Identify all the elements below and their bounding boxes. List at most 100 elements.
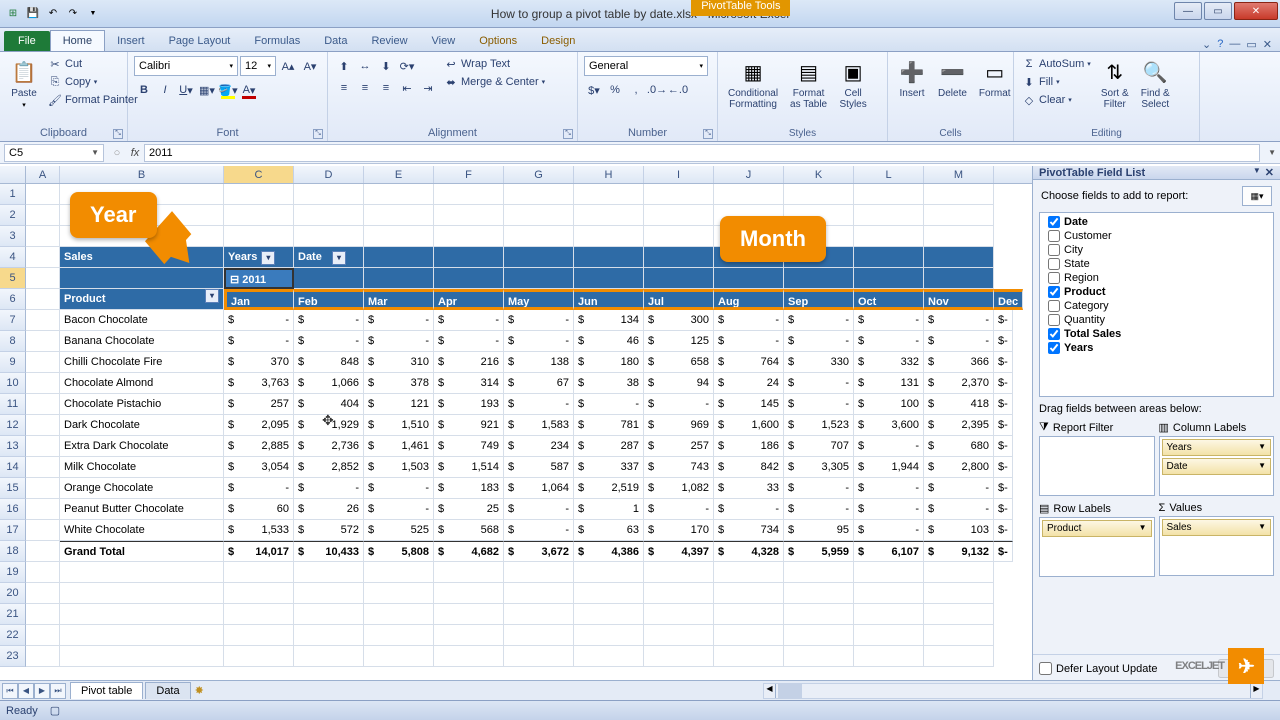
- cell[interactable]: $94: [644, 373, 714, 394]
- cell[interactable]: [854, 226, 924, 247]
- new-sheet-icon[interactable]: ✸: [195, 684, 211, 698]
- cell[interactable]: [364, 604, 434, 625]
- redo-icon[interactable]: ↷: [64, 5, 82, 23]
- cell[interactable]: [854, 562, 924, 583]
- cell[interactable]: $378: [364, 373, 434, 394]
- field-customer[interactable]: Customer: [1048, 229, 1265, 243]
- cell[interactable]: $680: [924, 436, 994, 457]
- cell[interactable]: $572: [294, 520, 364, 541]
- cell[interactable]: $-: [994, 499, 1013, 520]
- field-quantity[interactable]: Quantity: [1048, 313, 1265, 327]
- cell[interactable]: $300: [644, 310, 714, 331]
- cell[interactable]: [854, 646, 924, 667]
- cell[interactable]: Feb: [294, 289, 364, 310]
- cell[interactable]: $-: [294, 331, 364, 352]
- cell[interactable]: [504, 184, 574, 205]
- sheet-tab-active[interactable]: Pivot table: [70, 682, 143, 699]
- cell[interactable]: $734: [714, 520, 784, 541]
- row-header[interactable]: 3: [0, 226, 26, 247]
- cell[interactable]: $-: [504, 310, 574, 331]
- align-top-icon[interactable]: ⬆: [334, 56, 354, 76]
- currency-icon[interactable]: $▾: [584, 80, 604, 100]
- cell[interactable]: [924, 226, 994, 247]
- cell[interactable]: $-: [994, 541, 1013, 562]
- cell[interactable]: [574, 646, 644, 667]
- cell[interactable]: $-: [854, 310, 924, 331]
- cell[interactable]: [504, 226, 574, 247]
- cell[interactable]: [784, 268, 854, 289]
- cell[interactable]: [60, 646, 224, 667]
- cell[interactable]: [644, 625, 714, 646]
- format-painter-button[interactable]: 🖌Format Painter: [46, 92, 140, 108]
- cell[interactable]: $749: [434, 436, 504, 457]
- cell[interactable]: [434, 268, 504, 289]
- indent-inc-icon[interactable]: ⇥: [418, 78, 438, 98]
- report-filter-box[interactable]: [1039, 436, 1155, 496]
- cell[interactable]: [364, 247, 434, 268]
- cell[interactable]: [714, 583, 784, 604]
- area-item[interactable]: Product▼: [1042, 520, 1152, 537]
- field-total-sales[interactable]: Total Sales: [1048, 327, 1265, 341]
- cell[interactable]: $-: [504, 520, 574, 541]
- cell[interactable]: Jun: [574, 289, 644, 310]
- cell[interactable]: $921: [434, 415, 504, 436]
- cell[interactable]: $121: [364, 394, 434, 415]
- cell[interactable]: [924, 625, 994, 646]
- cell[interactable]: $-: [364, 310, 434, 331]
- cell[interactable]: [714, 625, 784, 646]
- cell[interactable]: $-: [784, 331, 854, 352]
- cell[interactable]: $25: [434, 499, 504, 520]
- cell[interactable]: $134: [574, 310, 644, 331]
- cell[interactable]: [434, 583, 504, 604]
- cell[interactable]: $5,959: [784, 541, 854, 562]
- cell[interactable]: [924, 268, 994, 289]
- cell[interactable]: $2,885: [224, 436, 294, 457]
- cell[interactable]: Years▾: [224, 247, 294, 268]
- align-bottom-icon[interactable]: ⬇: [376, 56, 396, 76]
- cell[interactable]: [644, 562, 714, 583]
- cell[interactable]: [364, 268, 434, 289]
- cell[interactable]: $1,066: [294, 373, 364, 394]
- field-list-layout-button[interactable]: ▦▾: [1242, 186, 1272, 206]
- col-header-A[interactable]: A: [26, 166, 60, 183]
- cell[interactable]: Dec: [994, 289, 1023, 310]
- select-all-corner[interactable]: [0, 166, 26, 183]
- tab-design[interactable]: Design: [529, 31, 587, 51]
- cancel-icon[interactable]: ○: [108, 147, 126, 159]
- cell[interactable]: [26, 352, 60, 373]
- cell[interactable]: [714, 646, 784, 667]
- merge-center-button[interactable]: ⬌Merge & Center▾: [442, 74, 547, 90]
- cell[interactable]: Apr: [434, 289, 504, 310]
- cell[interactable]: [364, 625, 434, 646]
- row-header[interactable]: 23: [0, 646, 26, 667]
- cell[interactable]: [26, 268, 60, 289]
- help-icon[interactable]: ?: [1217, 38, 1223, 51]
- percent-icon[interactable]: %: [605, 80, 625, 100]
- cell[interactable]: [364, 583, 434, 604]
- row-header[interactable]: 7: [0, 310, 26, 331]
- cell[interactable]: [434, 226, 504, 247]
- cell[interactable]: $46: [574, 331, 644, 352]
- cell[interactable]: [224, 604, 294, 625]
- cell[interactable]: $-: [224, 478, 294, 499]
- cell[interactable]: $4,682: [434, 541, 504, 562]
- cell[interactable]: $3,763: [224, 373, 294, 394]
- cell[interactable]: $1,583: [504, 415, 574, 436]
- cell[interactable]: $366: [924, 352, 994, 373]
- cell[interactable]: [714, 562, 784, 583]
- row-header[interactable]: 1: [0, 184, 26, 205]
- cell[interactable]: $-: [644, 394, 714, 415]
- row-header[interactable]: 15: [0, 478, 26, 499]
- cell[interactable]: $969: [644, 415, 714, 436]
- cell[interactable]: $257: [644, 436, 714, 457]
- col-header-F[interactable]: F: [434, 166, 504, 183]
- cell[interactable]: $1,510: [364, 415, 434, 436]
- cell[interactable]: [574, 226, 644, 247]
- dec-decimal-icon[interactable]: ←.0: [668, 80, 688, 100]
- cell[interactable]: $125: [644, 331, 714, 352]
- cell[interactable]: [644, 646, 714, 667]
- field-list-close-icon[interactable]: ✕: [1265, 166, 1274, 179]
- cell[interactable]: Product▾: [60, 289, 224, 310]
- cell[interactable]: $24: [714, 373, 784, 394]
- cell[interactable]: $-: [784, 478, 854, 499]
